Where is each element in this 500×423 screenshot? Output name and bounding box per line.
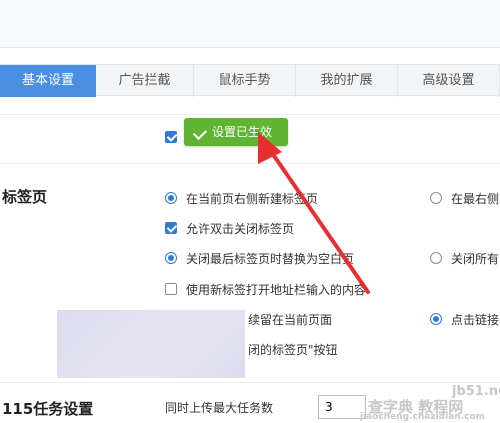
tab-basic-settings[interactable]: 基本设置 (0, 65, 96, 97)
tab-section-title: 标签页 (2, 188, 48, 206)
divider (0, 163, 500, 164)
option-label: 允许双击关闭标签页 (186, 222, 295, 236)
checkbox-double-click-close-tab[interactable] (165, 222, 177, 234)
checkbox-open-address-in-new-tab[interactable] (165, 283, 177, 295)
tab-ad-block[interactable]: 广告拦截 (96, 65, 194, 97)
toast-text: 设置已生效 (212, 125, 273, 139)
settings-tab-bar: 基本设置 广告拦截 鼠标手势 我的扩展 高级设置 (0, 64, 500, 97)
setting-checkbox[interactable] (165, 131, 177, 143)
option-label: 关闭所有 (451, 252, 500, 266)
divider (0, 114, 500, 115)
max-upload-label: 同时上传最大任务数 (165, 401, 274, 415)
radio-close-all[interactable] (430, 252, 442, 264)
radio-replace-with-blank-page[interactable] (165, 252, 177, 264)
top-strip (0, 0, 500, 48)
option-label: 关闭最后标签页时替换为空白页 (186, 252, 355, 266)
max-upload-input[interactable] (318, 395, 366, 419)
tab-my-extensions[interactable]: 我的扩展 (296, 65, 398, 97)
radio-new-tab-right-of-current[interactable] (165, 192, 177, 204)
check-icon (192, 125, 208, 141)
task-section-title: 115任务设置 (2, 400, 94, 418)
option-label: 在当前页右侧新建标签页 (186, 192, 319, 206)
divider (0, 382, 500, 383)
option-label: 闭的标签页"按钮 (248, 343, 338, 357)
radio-click-link[interactable] (430, 313, 442, 325)
option-label: 在最右侧 (451, 192, 500, 206)
option-label: 续留在当前页面 (248, 313, 333, 327)
tab-advanced-settings[interactable]: 高级设置 (398, 65, 500, 97)
option-label: 使用新标签打开地址栏输入的内容 (186, 283, 367, 297)
tab-mouse-gestures[interactable]: 鼠标手势 (194, 65, 296, 97)
radio-new-tab-far-right[interactable] (430, 192, 442, 204)
option-label: 点击链接 (451, 313, 500, 327)
settings-saved-toast: 设置已生效 (184, 118, 288, 146)
obscured-region (57, 310, 245, 378)
watermark-text: jiaocheng.chazidian.com (360, 412, 486, 422)
